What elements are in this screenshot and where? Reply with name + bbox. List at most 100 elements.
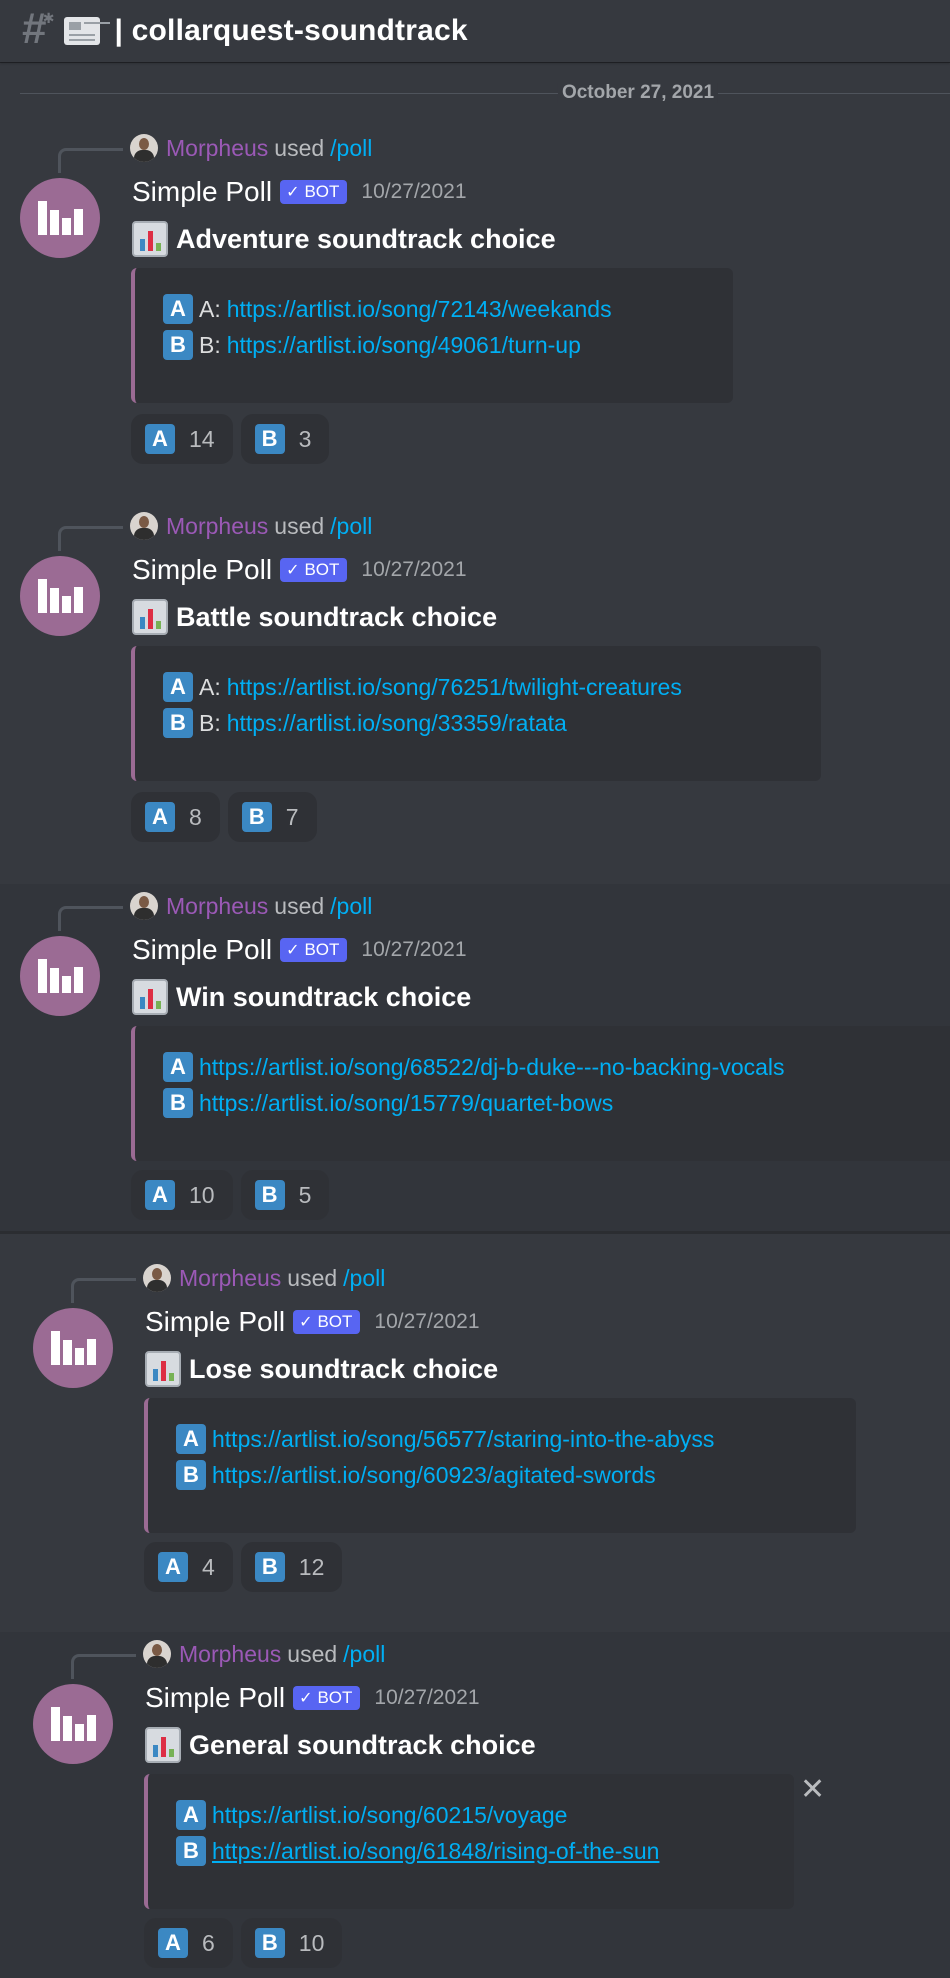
poll-option: A https://artlist.io/song/60215/voyage xyxy=(176,1800,567,1830)
regional-a-icon: A xyxy=(145,424,175,454)
verified-check-icon: ✓ xyxy=(299,1690,313,1707)
invoker-avatar[interactable] xyxy=(143,1264,171,1292)
poll-option: B B: https://artlist.io/song/49061/turn-… xyxy=(163,330,581,360)
message[interactable]: Morpheus used /poll Simple Poll ✓ BOT 10/… xyxy=(0,1256,950,1626)
author-name[interactable]: Simple Poll xyxy=(132,554,272,586)
invoker-name[interactable]: Morpheus xyxy=(166,513,268,540)
command-link[interactable]: /poll xyxy=(330,893,372,920)
poll-embed: A https://artlist.io/song/56577/staring-… xyxy=(144,1398,856,1533)
poll-option: A A: https://artlist.io/song/72143/weeka… xyxy=(163,294,612,324)
song-link[interactable]: https://artlist.io/song/72143/weekands xyxy=(227,296,612,323)
bot-avatar[interactable] xyxy=(33,1684,113,1764)
regional-b-icon: B xyxy=(176,1836,206,1866)
poll-title: Adventure soundtrack choice xyxy=(176,223,556,254)
song-link[interactable]: https://artlist.io/song/15779/quartet-bo… xyxy=(199,1090,613,1117)
command-link[interactable]: /poll xyxy=(343,1265,385,1292)
reaction-b[interactable]: B7 xyxy=(227,792,317,842)
timestamp[interactable]: 10/27/2021 xyxy=(361,938,466,962)
message[interactable]: Morpheus used /poll Simple Poll ✓ BOT 10/… xyxy=(0,120,950,490)
reaction-b[interactable]: B5 xyxy=(240,1170,330,1220)
screenshot-seam xyxy=(0,1231,950,1234)
regional-a-icon: A xyxy=(158,1552,188,1582)
poll-embed: A https://artlist.io/song/68522/dj-b-duk… xyxy=(131,1026,950,1161)
reaction-a[interactable]: A 14 xyxy=(131,414,233,464)
reaction-b[interactable]: B 10 xyxy=(240,1918,343,1968)
song-link[interactable]: https://artlist.io/song/68522/dj-b-duke-… xyxy=(199,1054,785,1081)
poll-option: A A: https://artlist.io/song/76251/twili… xyxy=(163,672,682,702)
poll-title: General soundtrack choice xyxy=(189,1729,536,1760)
invoker-name[interactable]: Morpheus xyxy=(179,1265,281,1292)
poll-embed: A https://artlist.io/song/60215/voyage B… xyxy=(144,1774,794,1909)
remove-embed-close-icon[interactable]: ✕ xyxy=(800,1775,825,1805)
channel-name: | collarquest-soundtrack xyxy=(114,14,468,47)
song-link[interactable]: https://artlist.io/song/49061/turn-up xyxy=(227,332,581,359)
regional-b-icon: B xyxy=(254,1552,285,1582)
invoker-avatar[interactable] xyxy=(130,512,158,540)
text-channel-icon: # ✱ xyxy=(22,4,55,53)
author-name[interactable]: Simple Poll xyxy=(145,1682,285,1714)
poll-embed: A A: https://artlist.io/song/72143/weeka… xyxy=(131,268,733,403)
regional-b-icon: B xyxy=(241,802,272,832)
author-name[interactable]: Simple Poll xyxy=(132,934,272,966)
bot-tag: ✓ BOT xyxy=(280,180,348,204)
song-link[interactable]: https://artlist.io/song/60923/agitated-s… xyxy=(212,1462,656,1489)
reaction-a[interactable]: A 10 xyxy=(131,1170,233,1220)
bot-avatar[interactable] xyxy=(20,936,100,1016)
date-divider-label: October 27, 2021 xyxy=(557,83,719,103)
verified-check-icon: ✓ xyxy=(286,184,300,201)
poll-title: Win soundtrack choice xyxy=(176,981,472,1012)
reaction-b[interactable]: B3 xyxy=(240,414,330,464)
regional-a-icon: A xyxy=(163,1052,193,1082)
invoker-name[interactable]: Morpheus xyxy=(166,893,268,920)
message[interactable]: Morpheus used /poll Simple Poll ✓ BOT 10/… xyxy=(0,1632,950,1978)
poll-option: A https://artlist.io/song/56577/staring-… xyxy=(176,1424,714,1454)
bar-chart-icon xyxy=(132,979,168,1015)
regional-b-icon: B xyxy=(254,1180,285,1210)
poll-option: B B: https://artlist.io/song/33359/ratat… xyxy=(163,708,567,738)
message[interactable]: Morpheus used /poll Simple Poll ✓ BOT 10/… xyxy=(0,884,950,1231)
command-link[interactable]: /poll xyxy=(343,1641,385,1668)
reaction-a[interactable]: A6 xyxy=(144,1918,233,1968)
reaction-a[interactable]: A4 xyxy=(144,1542,233,1592)
invoker-avatar[interactable] xyxy=(143,1640,171,1668)
author-name[interactable]: Simple Poll xyxy=(132,176,272,208)
timestamp[interactable]: 10/27/2021 xyxy=(361,558,466,582)
bar-chart-icon xyxy=(145,1351,181,1387)
song-link[interactable]: https://artlist.io/song/76251/twilight-c… xyxy=(227,674,682,701)
bot-avatar[interactable] xyxy=(33,1308,113,1388)
song-link[interactable]: https://artlist.io/song/33359/ratata xyxy=(227,710,567,737)
verified-check-icon: ✓ xyxy=(299,1314,313,1331)
regional-a-icon: A xyxy=(176,1800,206,1830)
reaction-a[interactable]: A8 xyxy=(131,792,220,842)
invoker-name[interactable]: Morpheus xyxy=(179,1641,281,1668)
song-link[interactable]: https://artlist.io/song/60215/voyage xyxy=(212,1802,567,1829)
song-link[interactable]: https://artlist.io/song/61848/rising-of-… xyxy=(212,1838,659,1865)
poll-title: Lose soundtrack choice xyxy=(189,1353,499,1384)
reaction-b[interactable]: B 12 xyxy=(240,1542,343,1592)
invoker-avatar[interactable] xyxy=(130,892,158,920)
timestamp[interactable]: 10/27/2021 xyxy=(374,1686,479,1710)
newspaper-icon xyxy=(64,17,101,45)
bar-chart-icon xyxy=(132,599,168,635)
date-divider: October 27, 2021 xyxy=(20,83,950,103)
regional-a-icon: A xyxy=(145,802,175,832)
bot-tag: ✓ BOT xyxy=(293,1310,361,1334)
timestamp[interactable]: 10/27/2021 xyxy=(361,180,466,204)
bot-tag: ✓ BOT xyxy=(280,558,348,582)
invoker-avatar[interactable] xyxy=(130,134,158,162)
bot-avatar[interactable] xyxy=(20,556,100,636)
author-name[interactable]: Simple Poll xyxy=(145,1306,285,1338)
timestamp[interactable]: 10/27/2021 xyxy=(374,1310,479,1334)
bot-avatar[interactable] xyxy=(20,178,100,258)
command-link[interactable]: /poll xyxy=(330,135,372,162)
invoker-name[interactable]: Morpheus xyxy=(166,135,268,162)
poll-option: B https://artlist.io/song/60923/agitated… xyxy=(176,1460,656,1490)
command-reply: Morpheus used /poll xyxy=(130,134,372,162)
song-link[interactable]: https://artlist.io/song/56577/staring-in… xyxy=(212,1426,714,1453)
poll-title: Battle soundtrack choice xyxy=(176,601,498,632)
bar-chart-icon xyxy=(145,1727,181,1763)
command-link[interactable]: /poll xyxy=(330,513,372,540)
message[interactable]: Morpheus used /poll Simple Poll ✓ BOT 10/… xyxy=(0,498,950,868)
regional-b-icon: B xyxy=(254,424,285,454)
bar-chart-icon xyxy=(132,221,168,257)
